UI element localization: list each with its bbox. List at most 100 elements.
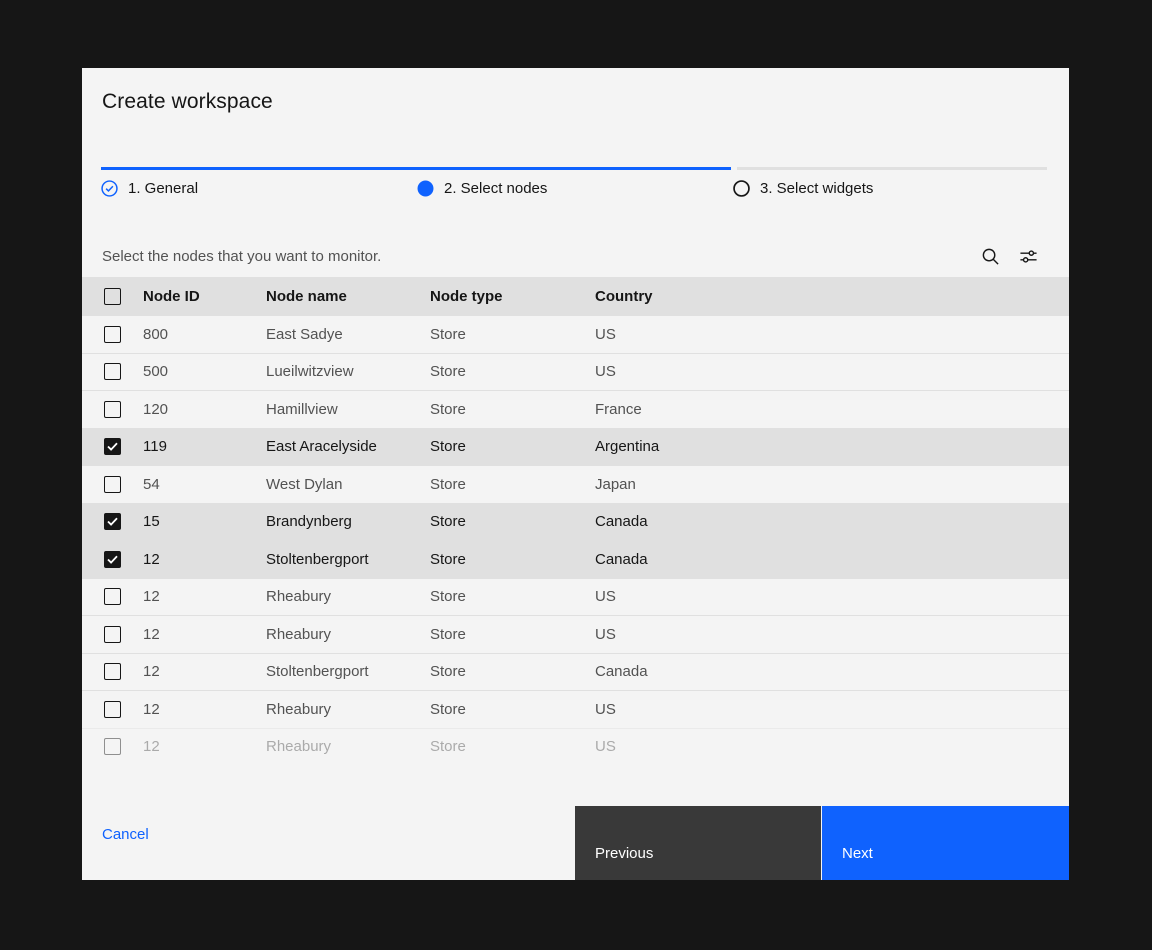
table-body: 800 East Sadye Store US 500 Lueilwitzvie… [82, 315, 1069, 765]
cell-node-type: Store [430, 401, 595, 418]
cell-node-type: Store [430, 588, 595, 605]
cell-country: France [595, 401, 1069, 418]
cell-node-name: West Dylan [266, 476, 430, 493]
column-header-node-name[interactable]: Node name [266, 288, 430, 305]
cell-node-id: 12 [143, 551, 266, 568]
progress-step-label: 3. Select widgets [760, 180, 873, 197]
table-row[interactable]: 800 East Sadye Store US [82, 315, 1069, 353]
table-row[interactable]: 15 Brandynberg Store Canada [82, 503, 1069, 541]
cell-country: US [595, 738, 1069, 755]
cell-node-name: Rheabury [266, 588, 430, 605]
progress-bar-incomplete [737, 167, 1047, 170]
cell-country: Canada [595, 663, 1069, 680]
table-row[interactable]: 12 Rheabury Store US [82, 728, 1069, 766]
page-background: Create workspace 1. General [0, 0, 1152, 950]
cell-node-id: 120 [143, 401, 266, 418]
cell-node-id: 800 [143, 326, 266, 343]
progress-step-general[interactable]: 1. General [101, 180, 198, 197]
filled-circle-icon [417, 180, 434, 197]
settings-adjust-button[interactable] [1009, 237, 1047, 275]
row-checkbox[interactable] [104, 401, 121, 418]
cell-country: US [595, 363, 1069, 380]
table-row[interactable]: 12 Rheabury Store US [82, 690, 1069, 728]
cell-node-id: 15 [143, 513, 266, 530]
cell-node-name: Rheabury [266, 701, 430, 718]
cell-node-id: 500 [143, 363, 266, 380]
cell-node-name: Stoltenbergport [266, 663, 430, 680]
cell-node-name: Stoltenbergport [266, 551, 430, 568]
previous-button[interactable]: Previous [575, 806, 821, 880]
settings-adjust-icon [1019, 247, 1038, 266]
table-row[interactable]: 120 Hamillview Store France [82, 390, 1069, 428]
row-checkbox[interactable] [104, 513, 121, 530]
table-row[interactable]: 12 Rheabury Store US [82, 578, 1069, 616]
cell-node-name: Rheabury [266, 738, 430, 755]
column-header-node-type[interactable]: Node type [430, 288, 595, 305]
cell-node-type: Store [430, 363, 595, 380]
cell-node-type: Store [430, 701, 595, 718]
cell-node-name: Rheabury [266, 626, 430, 643]
row-checkbox[interactable] [104, 626, 121, 643]
row-checkbox[interactable] [104, 476, 121, 493]
table-row[interactable]: 12 Rheabury Store US [82, 615, 1069, 653]
check-icon [107, 517, 118, 526]
cell-node-name: Brandynberg [266, 513, 430, 530]
table-header-row: Node ID Node name Node type Country [82, 277, 1069, 315]
cell-node-type: Store [430, 738, 595, 755]
table-toolbar: Select the nodes that you want to monito… [82, 235, 1069, 277]
table-row[interactable]: 119 East Aracelyside Store Argentina [82, 428, 1069, 466]
row-checkbox[interactable] [104, 363, 121, 380]
row-checkbox[interactable] [104, 738, 121, 755]
next-button[interactable]: Next [822, 806, 1069, 880]
cell-node-name: Lueilwitzview [266, 363, 430, 380]
cell-node-type: Store [430, 663, 595, 680]
column-header-node-id[interactable]: Node ID [143, 288, 266, 305]
cell-node-id: 12 [143, 626, 266, 643]
table-description: Select the nodes that you want to monito… [102, 248, 381, 265]
check-circle-icon [101, 180, 118, 197]
row-checkbox[interactable] [104, 551, 121, 568]
cell-node-id: 119 [143, 438, 266, 455]
cell-country: US [595, 326, 1069, 343]
create-workspace-modal: Create workspace 1. General [82, 68, 1069, 880]
modal-title: Create workspace [102, 90, 273, 114]
cell-node-id: 12 [143, 588, 266, 605]
cell-country: Argentina [595, 438, 1069, 455]
cell-node-type: Store [430, 626, 595, 643]
cell-node-type: Store [430, 476, 595, 493]
select-all-checkbox[interactable] [104, 288, 121, 305]
cell-country: US [595, 626, 1069, 643]
column-header-country[interactable]: Country [595, 288, 1069, 305]
check-icon [107, 555, 118, 564]
row-checkbox[interactable] [104, 588, 121, 605]
search-button[interactable] [971, 237, 1009, 275]
row-checkbox[interactable] [104, 438, 121, 455]
cell-country: Canada [595, 551, 1069, 568]
table-row[interactable]: 500 Lueilwitzview Store US [82, 353, 1069, 391]
progress-step-select-widgets[interactable]: 3. Select widgets [733, 180, 873, 197]
cell-node-type: Store [430, 551, 595, 568]
cancel-button[interactable]: Cancel [102, 826, 149, 843]
row-checkbox[interactable] [104, 326, 121, 343]
row-checkbox[interactable] [104, 663, 121, 680]
cell-node-name: Hamillview [266, 401, 430, 418]
cell-node-type: Store [430, 438, 595, 455]
cell-node-type: Store [430, 513, 595, 530]
cell-country: Japan [595, 476, 1069, 493]
cell-node-id: 12 [143, 738, 266, 755]
table-row[interactable]: 12 Stoltenbergport Store Canada [82, 653, 1069, 691]
table-row[interactable]: 12 Stoltenbergport Store Canada [82, 540, 1069, 578]
cell-node-name: East Aracelyside [266, 438, 430, 455]
circle-outline-icon [733, 180, 750, 197]
progress-step-label: 2. Select nodes [444, 180, 547, 197]
cell-country: Canada [595, 513, 1069, 530]
row-checkbox[interactable] [104, 701, 121, 718]
cell-country: US [595, 588, 1069, 605]
progress-step-label: 1. General [128, 180, 198, 197]
nodes-table: Node ID Node name Node type Country 800 … [82, 277, 1069, 765]
search-icon [981, 247, 1000, 266]
check-icon [107, 442, 118, 451]
table-row[interactable]: 54 West Dylan Store Japan [82, 465, 1069, 503]
cell-node-id: 12 [143, 663, 266, 680]
progress-step-select-nodes[interactable]: 2. Select nodes [417, 180, 547, 197]
